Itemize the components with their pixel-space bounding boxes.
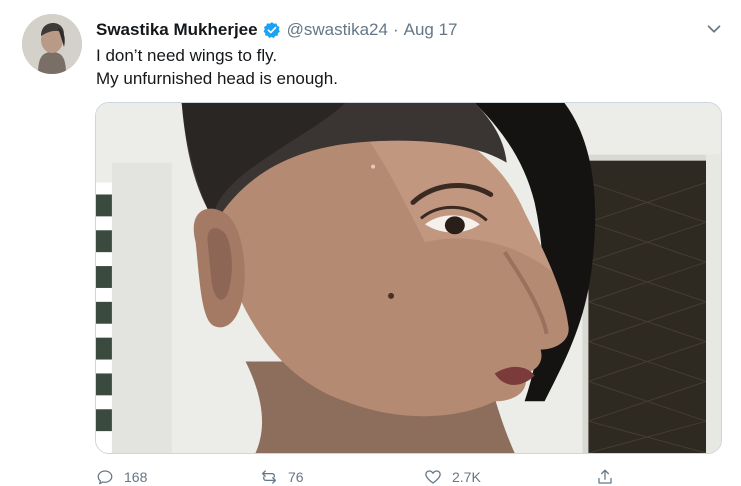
like-button[interactable]: 2.7K [424,468,481,486]
retweet-icon [261,470,277,484]
tweet-header: Swastika Mukherjee @swastika24 · Aug 17 [96,18,701,42]
like-count: 2.7K [452,469,481,485]
share-icon [598,469,612,484]
tweet-text-line: I don’t need wings to fly. [96,46,278,65]
reply-count: 168 [124,469,148,485]
tweet-photo[interactable] [95,102,722,454]
tweet-card[interactable]: Swastika Mukherjee @swastika24 · Aug 17 … [0,0,741,486]
tweet-actions: 168 76 2.7K [96,464,656,486]
reply-button[interactable]: 168 [96,468,147,486]
heart-icon [425,470,441,484]
share-button[interactable] [596,468,624,486]
tweet-text: I don’t need wings to fly. My unfurnishe… [96,44,338,90]
chevron-down-icon[interactable] [703,18,725,40]
verified-badge-icon [263,21,281,39]
tweet-date[interactable]: Aug 17 [404,20,458,40]
reply-icon [97,470,113,485]
avatar[interactable] [22,14,82,74]
retweet-count: 76 [288,469,304,485]
avatar-photo [22,14,82,74]
author-handle[interactable]: @swastika24 [287,20,388,40]
tweet-text-line: My unfurnished head is enough. [96,69,338,88]
header-separator: · [392,20,399,39]
author-name[interactable]: Swastika Mukherjee [96,20,258,40]
retweet-button[interactable]: 76 [260,468,304,486]
